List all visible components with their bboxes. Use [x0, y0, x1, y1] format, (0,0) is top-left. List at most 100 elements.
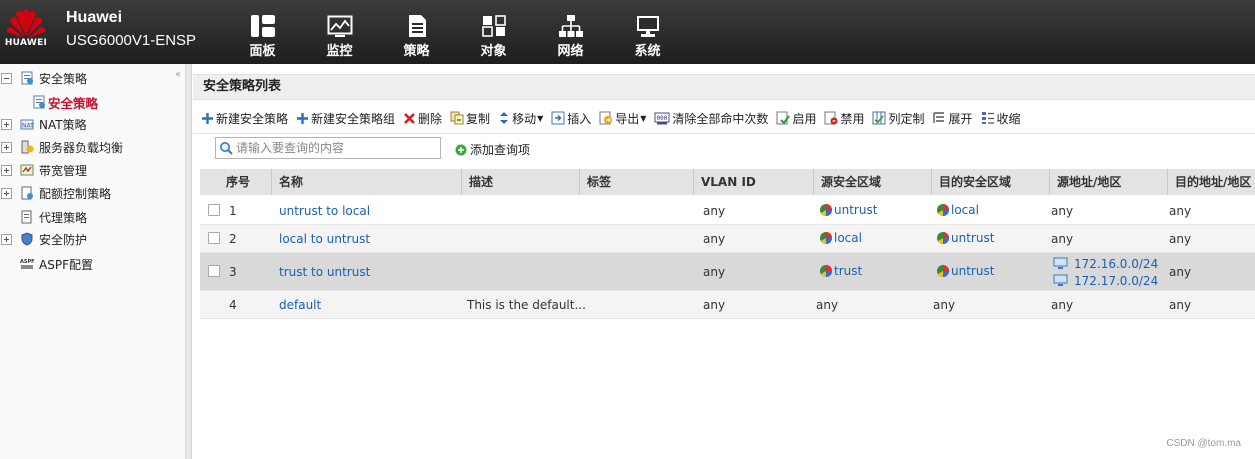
copy-button[interactable]: 复制 — [450, 110, 490, 127]
src-address-link[interactable]: 172.16.0.0/24 — [1053, 255, 1158, 272]
table-row[interactable]: 3 trust to untrust any trust untrust 172… — [200, 253, 1255, 291]
quota-icon — [21, 186, 33, 200]
row-vlan: any — [703, 204, 726, 218]
expand-toggle-icon[interactable] — [1, 118, 12, 130]
nat-icon: NAT — [20, 119, 34, 130]
row-checkbox[interactable] — [208, 204, 220, 216]
plus-icon — [202, 112, 213, 124]
column-header-src-zone[interactable]: 源安全区域 — [813, 169, 931, 195]
collapse-toggle-icon[interactable] — [1, 72, 12, 84]
src-address-link[interactable]: 172.17.0.0/24 — [1053, 272, 1158, 289]
enable-button[interactable]: 启用 — [776, 110, 816, 127]
address-label: 172.16.0.0/24 — [1074, 256, 1159, 271]
dst-zone-link[interactable]: untrust — [936, 264, 994, 278]
row-checkbox[interactable] — [208, 232, 220, 244]
nav-system[interactable]: 系统 — [609, 0, 686, 64]
nav-policy[interactable]: 策略 — [378, 0, 455, 64]
sidebar-item-quota[interactable]: 配额控制策略 — [0, 183, 111, 203]
nav-label: 网络 — [557, 44, 584, 59]
sidebar-item-security-policy[interactable]: 安全策略 — [0, 68, 87, 88]
nav-dashboard[interactable]: 面板 — [224, 0, 301, 64]
nav-label: 面板 — [249, 44, 276, 59]
clear-hits-button[interactable]: 000 清除全部命中次数 — [654, 110, 768, 127]
new-policy-button[interactable]: 新建安全策略 — [201, 110, 288, 127]
src-zone-link[interactable]: untrust — [819, 203, 877, 217]
expand-toggle-icon[interactable] — [1, 164, 12, 176]
sidebar-item-label: 服务器负载均衡 — [39, 140, 124, 155]
nav-network[interactable]: 网络 — [532, 0, 609, 64]
column-header-no[interactable]: 序号 — [200, 169, 271, 195]
nav-monitor[interactable]: 监控 — [301, 0, 378, 64]
column-custom-button[interactable]: 列定制 — [872, 110, 924, 127]
policy-name-link[interactable]: trust to untrust — [279, 265, 370, 279]
huawei-logo[interactable] — [4, 4, 48, 60]
expand-toggle-icon[interactable] — [1, 141, 12, 153]
column-header-name[interactable]: 名称 — [271, 169, 461, 195]
column-header-tag[interactable]: 标签 — [579, 169, 693, 195]
move-dropdown[interactable]: 移动 ▼ — [498, 110, 543, 127]
sidebar-item-label: 安全防护 — [39, 232, 88, 247]
sidebar-splitter[interactable] — [186, 64, 192, 459]
row-src-addr-list: 172.16.0.0/24 172.17.0.0/24 — [1053, 255, 1158, 289]
sidebar-item-slb[interactable]: 服务器负载均衡 — [0, 137, 123, 157]
column-header-dst-addr[interactable]: 目的地址/地区 — [1167, 169, 1255, 195]
table-row[interactable]: 1 untrust to local any untrust local any… — [200, 197, 1255, 225]
insert-button[interactable]: 插入 — [551, 110, 591, 127]
disable-button[interactable]: 禁用 — [824, 110, 864, 127]
new-policy-group-button[interactable]: 新建安全策略组 — [296, 110, 395, 127]
delete-button[interactable]: 删除 — [403, 110, 442, 127]
zone-label: untrust — [834, 203, 878, 217]
policy-name-link[interactable]: local to untrust — [279, 232, 370, 246]
chevron-down-icon: ▼ — [640, 113, 647, 123]
policy-name-link[interactable]: default — [279, 298, 321, 312]
table-header: 序号 名称 描述 标签 VLAN ID 源安全区域 目的安全区域 源地址/地区 … — [200, 169, 1255, 195]
src-zone-link[interactable]: local — [819, 231, 862, 245]
row-src-addr: any — [1051, 204, 1074, 218]
button-label: 收缩 — [996, 111, 1021, 126]
sidebar-item-label: 配额控制策略 — [39, 186, 112, 201]
policy-name-link[interactable]: untrust to local — [279, 204, 370, 218]
sidebar-collapse-icon[interactable]: « — [175, 69, 181, 80]
proxy-icon — [21, 210, 32, 224]
search-input[interactable] — [236, 141, 436, 155]
sidebar-item-label: 带宽管理 — [39, 163, 88, 178]
row-no: 2 — [229, 232, 237, 246]
dst-zone-link[interactable]: local — [936, 203, 979, 217]
toolbar: 新建安全策略 新建安全策略组 删除 复制 移动 ▼ 插入 导出 ▼ 000 清除… — [201, 108, 1029, 128]
sidebar-item-label: 安全策略 — [39, 71, 88, 86]
plus-icon — [297, 112, 309, 124]
dst-zone-link[interactable]: untrust — [936, 231, 994, 245]
object-icon — [481, 15, 506, 37]
disable-icon — [824, 111, 838, 125]
sidebar-item-label: 安全策略 — [48, 95, 99, 111]
button-label: 删除 — [418, 111, 443, 126]
add-query-button[interactable]: 添加查询项 — [455, 141, 530, 158]
collapse-all-button[interactable]: 收缩 — [981, 110, 1021, 127]
expand-toggle-icon[interactable] — [1, 233, 12, 245]
zone-pie-icon — [820, 265, 832, 277]
svg-text:ASPF: ASPF — [20, 259, 34, 265]
sidebar-item-security-policy-list[interactable]: 安全策略 — [32, 92, 98, 112]
export-dropdown[interactable]: 导出 ▼ — [599, 110, 646, 127]
zone-label: local — [834, 231, 862, 245]
expand-toggle-icon[interactable] — [1, 187, 12, 199]
nav-object[interactable]: 对象 — [455, 0, 532, 64]
table-row[interactable]: 2 local to untrust any local untrust any… — [200, 225, 1255, 253]
column-header-vlan[interactable]: VLAN ID — [693, 169, 813, 195]
sidebar-item-nat-policy[interactable]: NAT NAT策略 — [0, 114, 87, 134]
sidebar-item-bandwidth[interactable]: 带宽管理 — [0, 160, 87, 180]
sidebar-item-aspf[interactable]: ASPF ASPF配置 — [0, 254, 93, 274]
expand-all-button[interactable]: 展开 — [932, 110, 973, 127]
button-label: 展开 — [948, 111, 973, 126]
address-label: 172.17.0.0/24 — [1074, 273, 1159, 288]
button-label: 列定制 — [888, 111, 925, 126]
row-checkbox[interactable] — [208, 265, 220, 277]
column-header-src-addr[interactable]: 源地址/地区 — [1049, 169, 1167, 195]
search-box — [215, 137, 441, 159]
src-zone-link[interactable]: trust — [819, 264, 862, 278]
column-header-dst-zone[interactable]: 目的安全区域 — [931, 169, 1049, 195]
column-header-desc[interactable]: 描述 — [461, 169, 579, 195]
sidebar-item-security-protection[interactable]: 安全防护 — [0, 229, 87, 249]
sidebar-item-proxy[interactable]: 代理策略 — [0, 207, 87, 227]
table-row[interactable]: 4 default This is the default... any any… — [200, 291, 1255, 319]
